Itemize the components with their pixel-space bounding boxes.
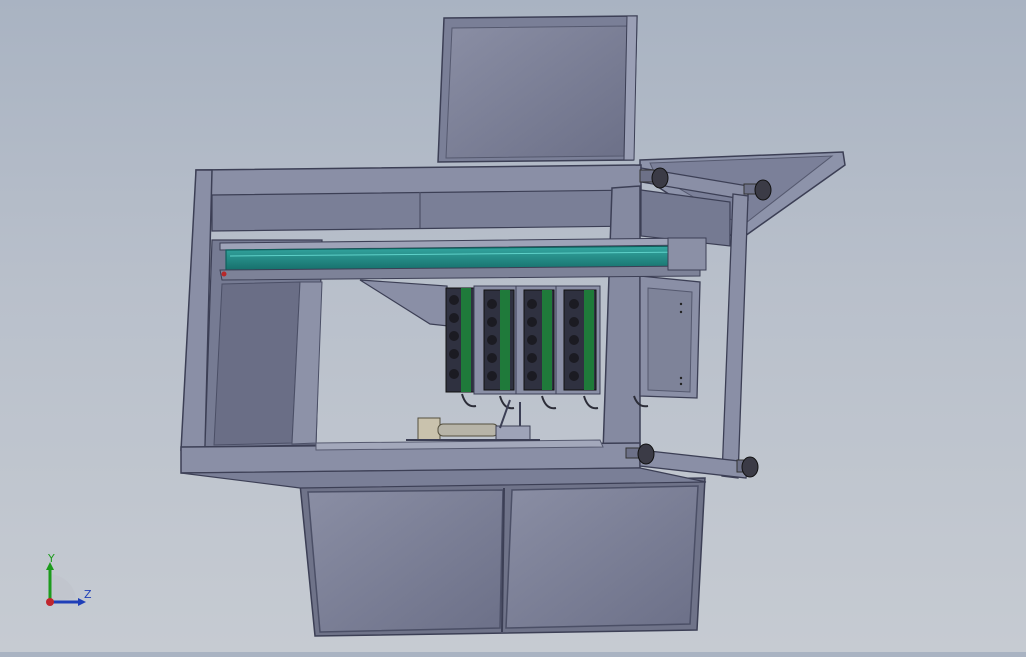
axis-triad: Y Z [36, 548, 106, 618]
knob-top-left [639, 167, 669, 189]
cad-viewport[interactable] [0, 0, 1026, 652]
top-panel [437, 15, 638, 163]
board-module-4 [555, 285, 601, 395]
side-frame [639, 167, 749, 479]
board-module-1 [445, 287, 477, 393]
z-axis-label: Z [84, 588, 92, 601]
brace [359, 279, 449, 327]
linear-rail [219, 237, 707, 281]
board-module-3 [515, 285, 557, 395]
x-axis-origin [46, 598, 54, 606]
lower-cabinet [299, 477, 706, 637]
board-module-2 [473, 285, 519, 395]
triad-graphic [46, 562, 86, 606]
model-canvas[interactable] [0, 0, 1026, 652]
y-axis-label: Y [48, 552, 55, 565]
